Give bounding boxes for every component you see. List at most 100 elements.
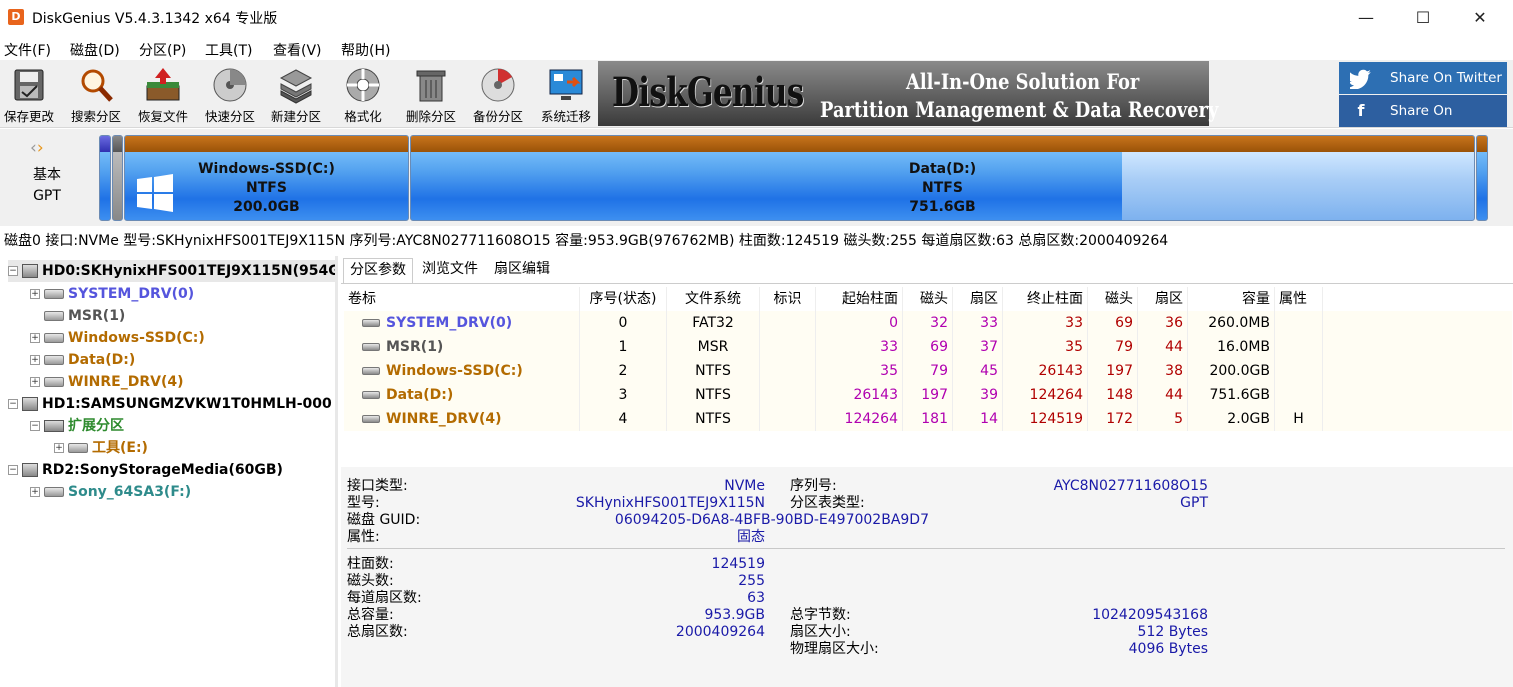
cell-capacity: 751.6GB [1188, 383, 1275, 407]
tree-item-sony[interactable]: + Sony_64SA3(F:) [30, 481, 191, 503]
col-end-head[interactable]: 磁头 [1088, 287, 1138, 311]
table-row[interactable]: MSR(1) 1 MSR 33 69 37 35 79 44 16.0MB [344, 335, 1512, 359]
menu-help[interactable]: 帮助(H) [341, 40, 390, 60]
partition-block-d[interactable]: Data(D:) NTFS 751.6GB [410, 135, 1475, 221]
cell-start-cyl: 124264 [816, 407, 903, 431]
tree-item-msr[interactable]: MSR(1) [44, 305, 125, 327]
col-fs[interactable]: 文件系统 [667, 287, 760, 311]
cylinders-label: 柱面数: [347, 556, 394, 572]
extended-partition-icon [44, 420, 64, 432]
col-index[interactable]: 序号(状态) [580, 287, 667, 311]
close-button[interactable]: ✕ [1457, 0, 1503, 36]
tree-item-winre-drv[interactable]: + WINRE_DRV(4) [30, 371, 184, 393]
tab-sector-edit[interactable]: 扇区编辑 [488, 258, 556, 283]
system-migrate-button[interactable]: 系统迁移 [535, 62, 597, 126]
menu-disk[interactable]: 磁盘(D) [70, 40, 120, 60]
tree-item-extended[interactable]: − 扩展分区 [30, 415, 124, 437]
partition-d-size: 751.6GB [909, 199, 976, 215]
disk-nav-arrows[interactable]: ‹› [30, 138, 44, 158]
col-flag[interactable]: 标识 [760, 287, 816, 311]
backup-partition-button[interactable]: 备份分区 [467, 62, 529, 126]
cell-index: 4 [580, 407, 667, 431]
collapse-icon[interactable]: − [30, 421, 40, 431]
expand-icon[interactable]: + [30, 289, 40, 299]
menu-view[interactable]: 查看(V) [273, 40, 322, 60]
tree-item-data[interactable]: + Data(D:) [30, 349, 135, 371]
tool-label: 恢复文件 [137, 109, 188, 124]
cell-end-head: 148 [1088, 383, 1138, 407]
partition-icon [362, 319, 380, 327]
tree-item-tools-e[interactable]: + 工具(E:) [54, 437, 148, 459]
physical-sector-size-label: 物理扇区大小: [790, 641, 879, 657]
table-row[interactable]: SYSTEM_DRV(0) 0 FAT32 0 32 33 33 69 36 260.0MB [344, 311, 1512, 335]
cell-volume: Data(D:) [344, 383, 580, 407]
col-start-head[interactable]: 磁头 [903, 287, 953, 311]
tree-item-hd0[interactable]: − HD0:SKHynixHFS001TEJ9X115N(954G [8, 260, 335, 282]
col-attr[interactable]: 属性 [1275, 287, 1323, 311]
cell-flag [760, 335, 816, 359]
cell-fs: NTFS [667, 359, 760, 383]
collapse-icon[interactable]: − [8, 465, 18, 475]
table-row[interactable]: WINRE_DRV(4) 4 NTFS 124264 181 14 124519 172 5 2.… [344, 407, 1512, 431]
cell-end-cyl: 35 [1003, 335, 1088, 359]
col-capacity[interactable]: 容量 [1188, 287, 1275, 311]
partition-block-winre[interactable] [1476, 135, 1488, 221]
expand-icon[interactable]: + [54, 443, 64, 453]
tree-item-hd1[interactable]: − HD1:SAMSUNGMZVKW1T0HMLH-000 [8, 393, 332, 415]
collapse-icon[interactable]: − [8, 399, 18, 409]
table-header: 卷标 序号(状态) 文件系统 标识 起始柱面 磁头 扇区 终止柱面 磁头 扇区 … [344, 287, 1512, 311]
collapse-icon[interactable]: − [8, 266, 18, 276]
save-changes-button[interactable]: 保存更改 [0, 62, 60, 126]
chevron-right-icon[interactable]: › [37, 138, 44, 158]
expand-icon[interactable]: + [30, 487, 40, 497]
partition-block-system[interactable] [99, 135, 111, 221]
tree-item-windows-ssd[interactable]: + Windows-SSD(C:) [30, 327, 205, 349]
volume-name: SYSTEM_DRV(0) [386, 315, 513, 331]
delete-partition-button[interactable]: 删除分区 [400, 62, 462, 126]
tree-item-system-drv[interactable]: + SYSTEM_DRV(0) [30, 283, 194, 305]
volume-name: Windows-SSD(C:) [386, 363, 523, 379]
interface-label: 接口类型: [347, 478, 408, 494]
col-start-sector[interactable]: 扇区 [953, 287, 1003, 311]
col-start-cyl[interactable]: 起始柱面 [816, 287, 903, 311]
col-end-sector[interactable]: 扇区 [1138, 287, 1188, 311]
share-twitter-button[interactable]: Share On Twitter [1339, 62, 1507, 94]
new-partition-button[interactable]: 新建分区 [265, 62, 327, 126]
tool-label: 搜索分区 [70, 109, 121, 124]
cell-end-sector: 36 [1138, 311, 1188, 335]
tree-label: Windows-SSD(C:) [68, 330, 205, 346]
table-row[interactable]: Data(D:) 3 NTFS 26143 197 39 124264 148 44 751.6G… [344, 383, 1512, 407]
cell-start-sector: 37 [953, 335, 1003, 359]
menu-partition[interactable]: 分区(P) [139, 40, 186, 60]
cell-index: 2 [580, 359, 667, 383]
minimize-button[interactable]: — [1343, 0, 1389, 36]
expand-icon[interactable]: + [30, 355, 40, 365]
partition-icon [44, 311, 64, 321]
col-end-cyl[interactable]: 终止柱面 [1003, 287, 1088, 311]
recover-files-button[interactable]: 恢复文件 [132, 62, 194, 126]
tab-partition-params[interactable]: 分区参数 [343, 258, 413, 283]
expand-icon[interactable]: + [30, 333, 40, 343]
table-row[interactable]: Windows-SSD(C:) 2 NTFS 35 79 45 26143 197 38 200.… [344, 359, 1512, 383]
share-facebook-button[interactable]: f Share On Facebook [1339, 95, 1507, 151]
quick-partition-button[interactable]: 快速分区 [199, 62, 261, 126]
attr-label: 属性: [347, 529, 380, 545]
menu-file[interactable]: 文件(F) [4, 40, 51, 60]
table-empty-area [344, 431, 1512, 467]
tree-item-rd2[interactable]: − RD2:SonyStorageMedia(60GB) [8, 459, 283, 481]
tab-browse-files[interactable]: 浏览文件 [416, 258, 484, 283]
diskgenius-banner[interactable]: DiskGenius All-In-One Solution For Parti… [598, 61, 1218, 126]
expand-icon[interactable]: + [30, 377, 40, 387]
menu-tools[interactable]: 工具(T) [205, 40, 252, 60]
total-bytes-label: 总字节数: [790, 607, 851, 623]
format-button[interactable]: 格式化 [332, 62, 394, 126]
col-volume[interactable]: 卷标 [344, 287, 580, 311]
sectors-per-track-value: 63 [747, 590, 765, 606]
cell-capacity: 260.0MB [1188, 311, 1275, 335]
partition-block-msr[interactable] [112, 135, 123, 221]
cell-attr [1275, 383, 1323, 407]
search-partition-button[interactable]: 搜索分区 [65, 62, 127, 126]
maximize-button[interactable]: ☐ [1400, 0, 1446, 36]
chevron-left-icon[interactable]: ‹ [30, 138, 37, 158]
partition-block-c[interactable]: Windows-SSD(C:) NTFS 200.0GB [124, 135, 409, 221]
